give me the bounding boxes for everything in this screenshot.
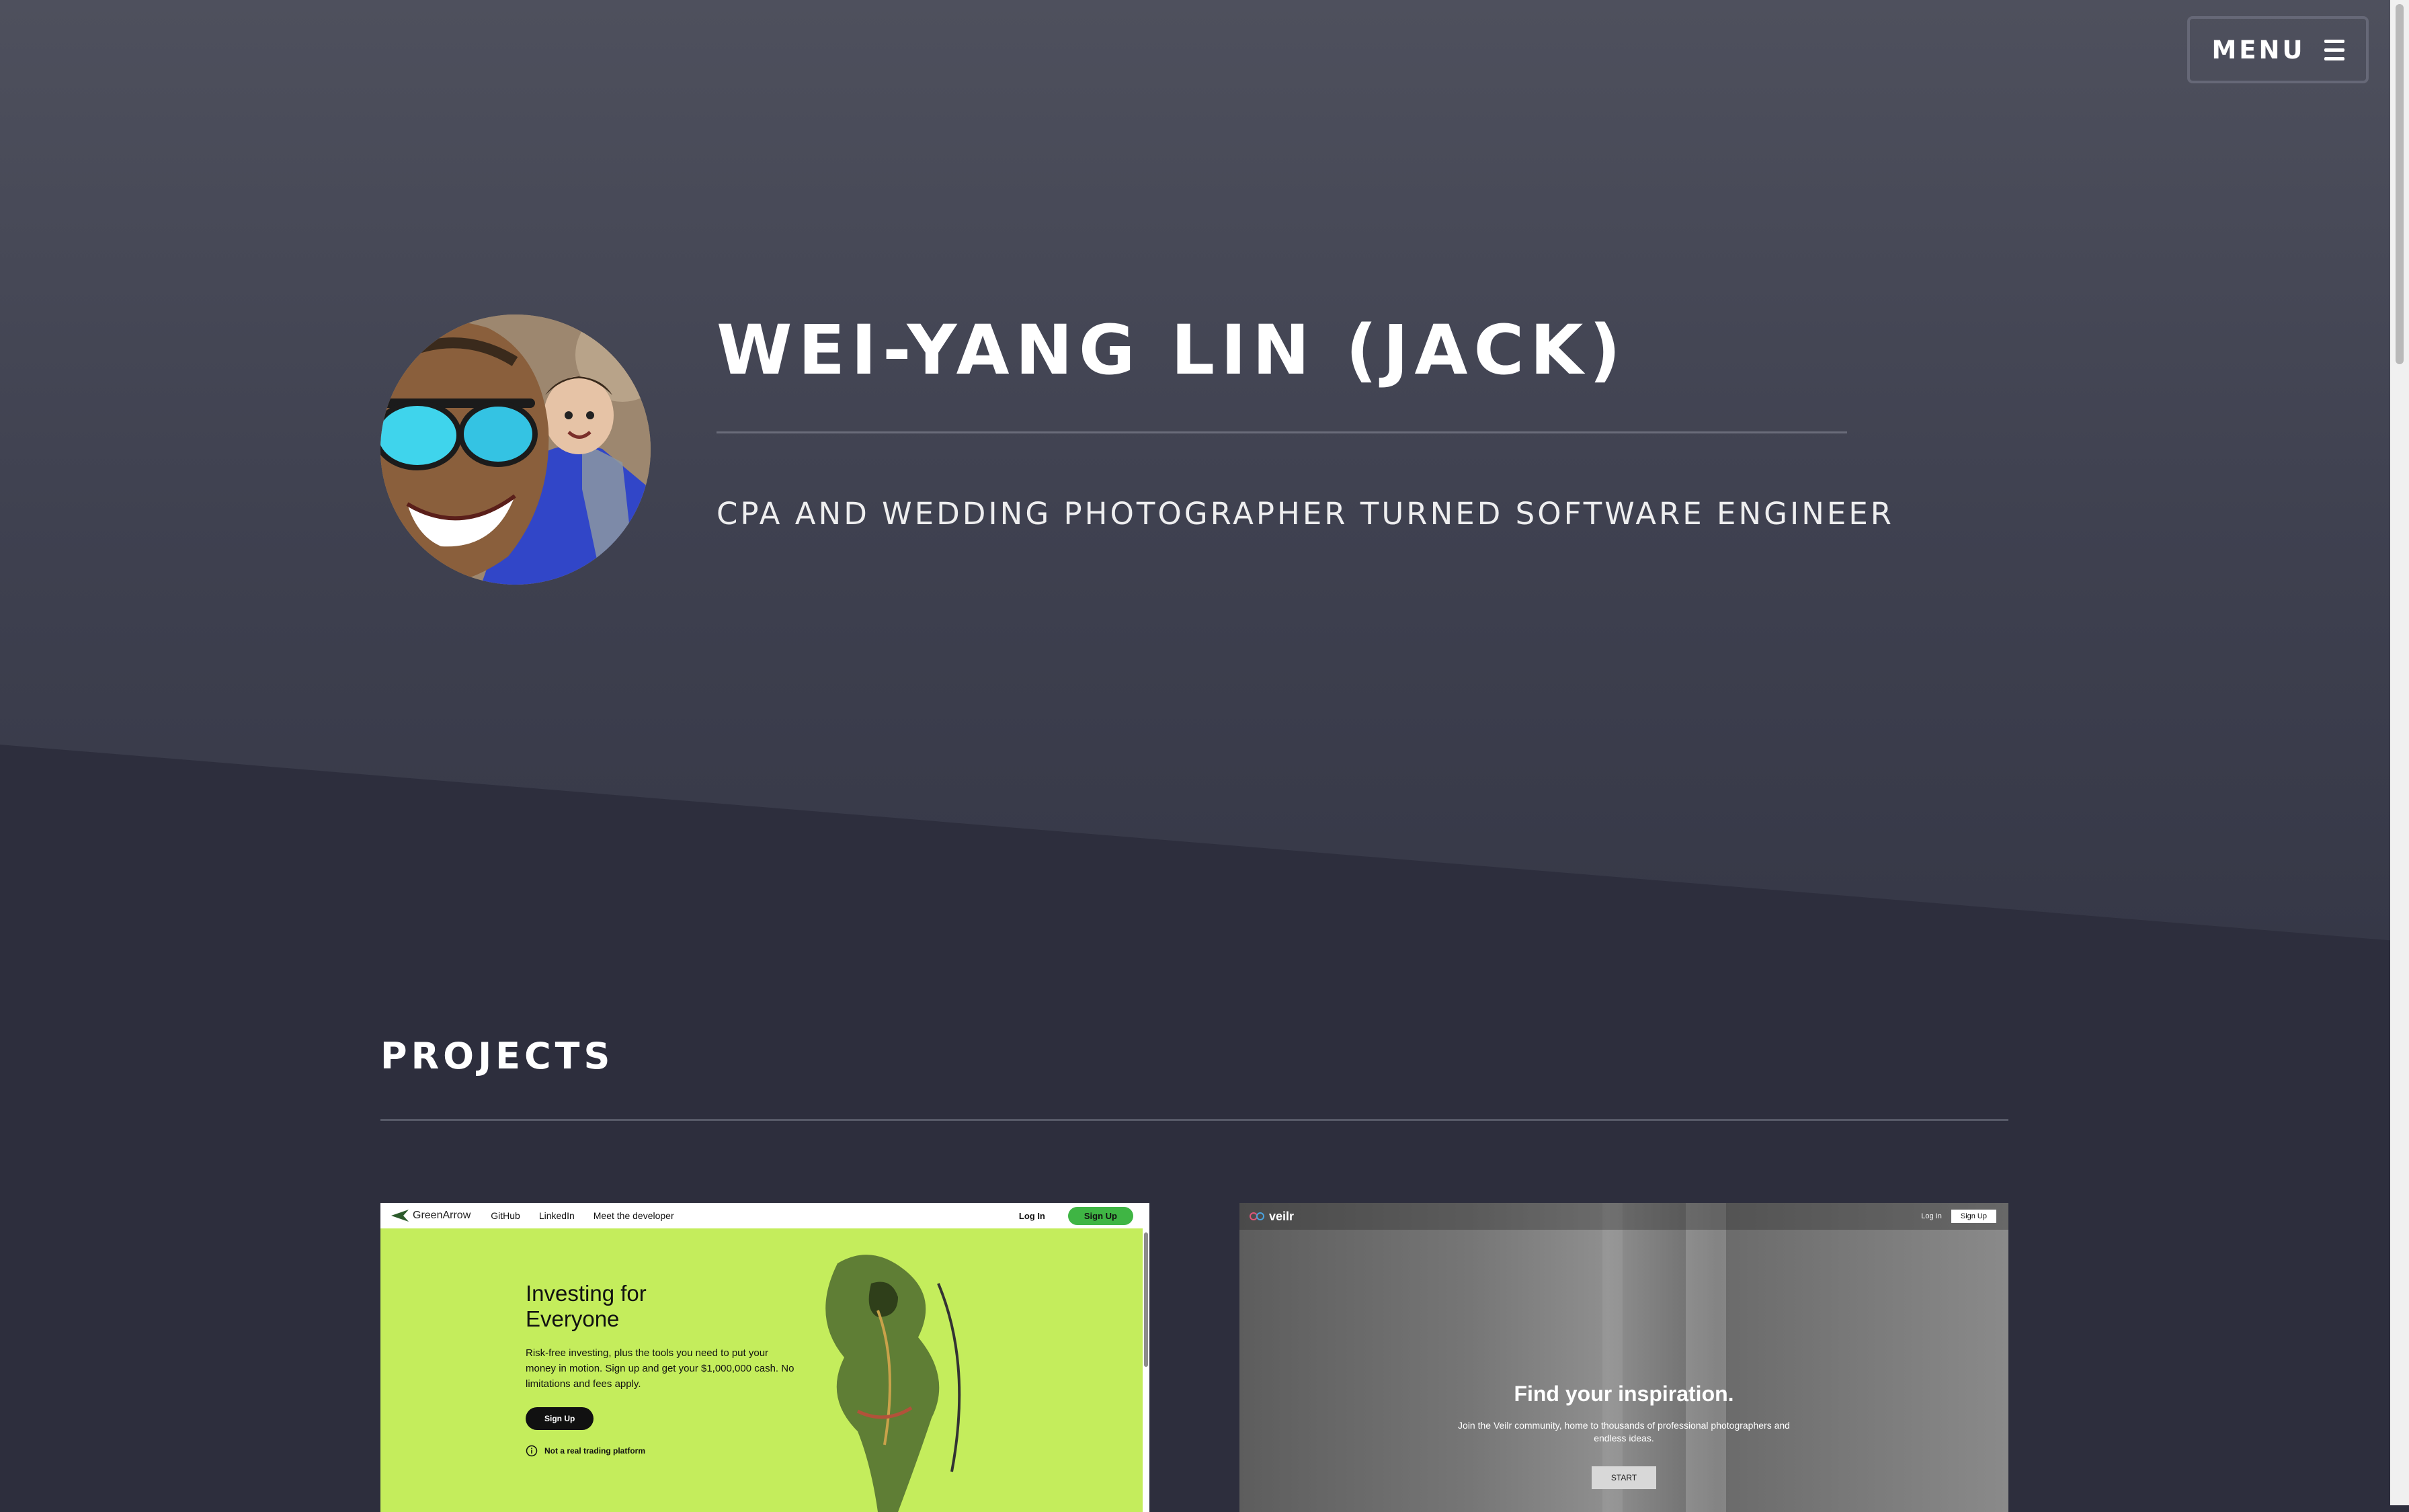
veilr-auth: Log In Sign Up xyxy=(1921,1210,1996,1223)
page-subtitle: CPA AND WEDDING PHOTOGRAPHER TURNED SOFT… xyxy=(717,496,1895,532)
project-card-veilr[interactable]: veilr Log In Sign Up Find your inspirati… xyxy=(1239,1203,2008,1512)
projects-divider xyxy=(380,1119,2008,1121)
greenarrow-auth: Log In Sign Up xyxy=(1019,1206,1133,1225)
scrollbar-thumb[interactable] xyxy=(2396,4,2404,364)
greenarrow-headline: Investing for Everyone xyxy=(526,1281,647,1331)
disclaimer-text: Not a real trading platform xyxy=(544,1446,646,1456)
avatar xyxy=(380,314,651,585)
light-column-1 xyxy=(1686,1203,1726,1512)
veilr-headline: Find your inspiration. xyxy=(1514,1382,1734,1406)
hamburger-icon xyxy=(2324,39,2344,60)
arrow-logo-icon xyxy=(391,1210,409,1222)
veilr-copy: Join the Veilr community, home to thousa… xyxy=(1458,1420,1790,1443)
archer-illustration xyxy=(825,1255,961,1512)
menu-button[interactable]: MENU xyxy=(2187,16,2369,83)
veilr-login-link[interactable]: Log In xyxy=(1921,1212,1942,1220)
veilr-logo[interactable]: veilr xyxy=(1249,1210,1294,1224)
greenarrow-logo[interactable]: GreenArrow xyxy=(391,1210,471,1222)
menu-label: MENU xyxy=(2211,35,2305,65)
greenarrow-disclaimer: Not a real trading platform xyxy=(526,1445,645,1457)
greenarrow-brand: GreenArrow xyxy=(413,1210,471,1221)
projects-heading: PROJECTS xyxy=(380,1035,614,1077)
veilr-signup-button[interactable]: Sign Up xyxy=(1951,1210,1996,1223)
hero-background xyxy=(0,0,2396,941)
nav-link-developer[interactable]: Meet the developer xyxy=(594,1210,674,1221)
infinity-logo-icon xyxy=(1250,1212,1264,1220)
card-scrollbar[interactable] xyxy=(1143,1228,1149,1512)
greenarrow-signup-cta[interactable]: Sign Up xyxy=(526,1407,594,1430)
nav-link-linkedin[interactable]: LinkedIn xyxy=(539,1210,575,1221)
greenarrow-nav-links: GitHub LinkedIn Meet the developer xyxy=(491,1210,673,1221)
project-card-greenarrow[interactable]: GreenArrow GitHub LinkedIn Meet the deve… xyxy=(380,1203,1149,1512)
title-divider xyxy=(717,431,1847,433)
greenarrow-copy: Risk-free investing, plus the tools you … xyxy=(526,1347,794,1390)
nav-link-github[interactable]: GitHub xyxy=(491,1210,520,1221)
veilr-navbar: veilr Log In Sign Up xyxy=(1239,1203,2008,1230)
avatar-photo xyxy=(380,314,651,585)
greenarrow-navbar: GreenArrow GitHub LinkedIn Meet the deve… xyxy=(380,1203,1149,1228)
login-link[interactable]: Log In xyxy=(1019,1211,1045,1221)
info-icon xyxy=(526,1445,538,1457)
veilr-start-button[interactable]: START xyxy=(1592,1466,1656,1489)
page-title: WEI-YANG LIN (JACK) xyxy=(717,310,1627,390)
page-scrollbar[interactable] xyxy=(2390,0,2409,1505)
veilr-brand: veilr xyxy=(1269,1209,1295,1223)
signup-button[interactable]: Sign Up xyxy=(1067,1206,1133,1225)
light-column-2 xyxy=(1602,1203,1623,1512)
